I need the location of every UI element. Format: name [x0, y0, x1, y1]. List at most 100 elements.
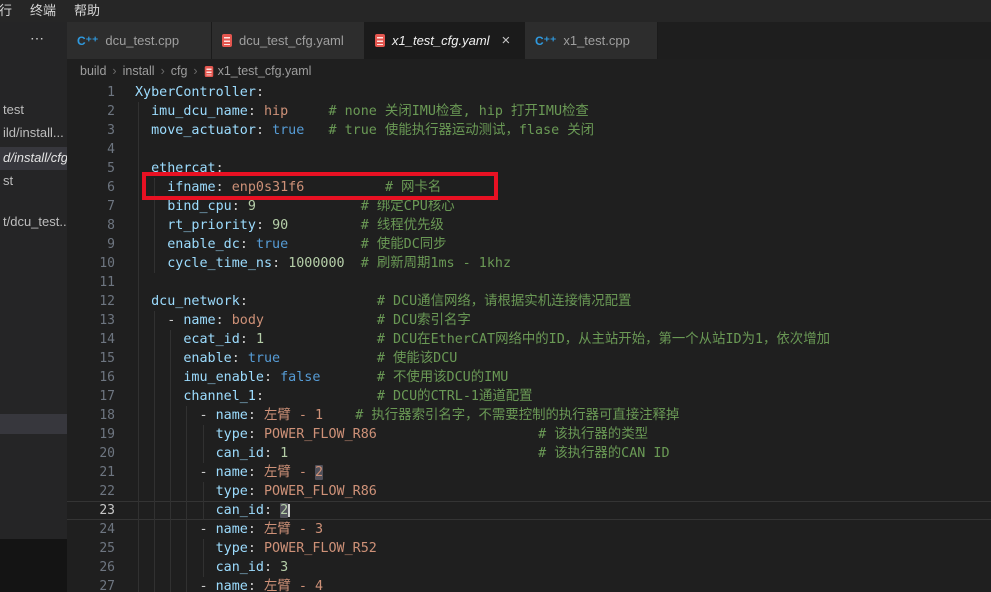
code-line[interactable]: 1XyberController:	[67, 83, 991, 102]
code-token: ifname	[167, 180, 215, 195]
line-number: 1	[67, 83, 115, 102]
code-line[interactable]: 7 bind_cpu: 9 # 绑定CPU核心	[67, 197, 991, 216]
code-token: enable_dc	[167, 237, 240, 252]
indent-guide	[138, 102, 139, 121]
code-line[interactable]: 8 rt_priority: 90 # 线程优先级	[67, 216, 991, 235]
code-line[interactable]: 9 enable_dc: true # 使能DC同步	[67, 235, 991, 254]
code-token: :	[248, 408, 256, 423]
indent-guide	[154, 330, 155, 349]
breadcrumb-segment[interactable]: build	[80, 64, 106, 78]
sidebar-item[interactable]: st	[3, 173, 13, 188]
indent-guide	[170, 539, 171, 558]
code-line[interactable]: 18 - name: 左臂 - 1 # 执行器索引名字，不需要控制的执行器可直接…	[67, 406, 991, 425]
code-token: 左臂 - 1	[264, 408, 323, 423]
indent-guide	[138, 159, 139, 178]
indent-guide	[170, 330, 171, 349]
code-line[interactable]: 21 - name: 左臂 - 2	[67, 463, 991, 482]
indent-guide	[154, 425, 155, 444]
code-line[interactable]: 27 - name: 左臂 - 4	[67, 577, 991, 592]
code-token	[256, 199, 361, 214]
indent-guide	[186, 463, 187, 482]
code-line[interactable]: 23 can_id: 2	[67, 501, 991, 520]
code-line[interactable]: 24 - name: 左臂 - 3	[67, 520, 991, 539]
code-line[interactable]: 12 dcu_network: # DCU通信网络，请根据实机连接情况配置	[67, 292, 991, 311]
code-editor[interactable]: 1XyberController:2 imu_dcu_name: hip # n…	[67, 83, 991, 592]
code-line[interactable]: 5 ethercat:	[67, 159, 991, 178]
code-token: 3	[280, 560, 288, 575]
menu-bar: 行终端帮助	[0, 0, 991, 22]
sidebar-bottom-panel	[0, 539, 67, 592]
code-token	[256, 484, 264, 499]
code-line[interactable]: 10 cycle_time_ns: 1000000 # 刷新周期1ms - 1k…	[67, 254, 991, 273]
code-token: # 该执行器的类型	[538, 427, 648, 442]
code-line[interactable]: 15 enable: true # 使能该DCU	[67, 349, 991, 368]
tab-dcu_test_cfg.yaml[interactable]: dcu_test_cfg.yaml	[212, 22, 365, 59]
breadcrumb-segment[interactable]: install	[123, 64, 155, 78]
code-token	[280, 256, 288, 271]
code-line[interactable]: 17 channel_1: # DCU的CTRL-1通道配置	[67, 387, 991, 406]
code-token: -	[200, 522, 216, 537]
code-lines[interactable]: 1XyberController:2 imu_dcu_name: hip # n…	[67, 83, 991, 592]
code-line[interactable]: 14 ecat_id: 1 # DCU在EtherCAT网络中的ID，从主站开始…	[67, 330, 991, 349]
code-token	[264, 123, 272, 138]
code-token: :	[248, 104, 256, 119]
breadcrumb-segment[interactable]: cfg	[171, 64, 188, 78]
code-line[interactable]: 4	[67, 140, 991, 159]
code-line[interactable]: 6 ifname: enp0s31f6 # 网卡名	[67, 178, 991, 197]
code-line[interactable]: 19 type: POWER_FLOW_R86 # 该执行器的类型	[67, 425, 991, 444]
breadcrumb-file[interactable]: x1_test_cfg.yaml	[218, 64, 312, 78]
code-token: :	[216, 313, 224, 328]
code-token	[304, 180, 385, 195]
indent-guide	[138, 558, 139, 577]
sidebar-selected-row[interactable]: d/install/cfg	[0, 147, 67, 170]
code-token: can_id	[216, 503, 264, 518]
sidebar-item[interactable]: test	[3, 102, 24, 117]
line-number: 23	[67, 501, 115, 520]
tab-label: dcu_test_cfg.yaml	[239, 33, 344, 48]
code-line[interactable]: 11	[67, 273, 991, 292]
more-actions-icon[interactable]: ⋯	[30, 30, 45, 47]
code-token: :	[240, 294, 248, 309]
code-line[interactable]: 22 type: POWER_FLOW_R86	[67, 482, 991, 501]
code-token	[224, 313, 232, 328]
tab-dcu_test.cpp[interactable]: C⁺⁺dcu_test.cpp	[67, 22, 212, 59]
code-token	[256, 541, 264, 556]
tab-x1_test_cfg.yaml[interactable]: x1_test_cfg.yaml×	[365, 22, 525, 59]
code-line[interactable]: 16 imu_enable: false # 不使用该DCU的IMU	[67, 368, 991, 387]
indent-guide	[154, 178, 155, 197]
indent-guide	[154, 463, 155, 482]
line-content: - name: 左臂 - 2	[135, 463, 991, 482]
code-token	[135, 199, 167, 214]
line-number: 17	[67, 387, 115, 406]
line-content: channel_1: # DCU的CTRL-1通道配置	[135, 387, 991, 406]
code-line[interactable]: 13 - name: body # DCU索引名字	[67, 311, 991, 330]
sidebar-highlight-bar[interactable]	[0, 414, 67, 434]
line-content: imu_enable: false # 不使用该DCU的IMU	[135, 368, 991, 387]
code-line[interactable]: 3 move_actuator: true # true 使能执行器运动测试，f…	[67, 121, 991, 140]
sidebar-item[interactable]: t/dcu_test...	[3, 214, 67, 229]
code-token: # 绑定CPU核心	[361, 199, 455, 214]
menu-item[interactable]: 帮助	[65, 0, 109, 22]
code-token	[272, 560, 280, 575]
sidebar-item[interactable]: ild/install...	[3, 125, 64, 140]
code-token	[135, 370, 183, 385]
code-line[interactable]: 25 type: POWER_FLOW_R52	[67, 539, 991, 558]
yaml-icon	[222, 34, 232, 47]
code-token: POWER_FLOW_R52	[264, 541, 377, 556]
code-line[interactable]: 20 can_id: 1 # 该执行器的CAN ID	[67, 444, 991, 463]
code-line[interactable]: 2 imu_dcu_name: hip # none 关闭IMU检查, hip …	[67, 102, 991, 121]
indent-guide	[170, 520, 171, 539]
code-line[interactable]: 26 can_id: 3	[67, 558, 991, 577]
editor-group: C⁺⁺dcu_test.cpp dcu_test_cfg.yaml x1_test_…	[67, 22, 991, 592]
indent-guide	[154, 501, 155, 520]
indent-guide	[138, 406, 139, 425]
code-token: :	[264, 503, 272, 518]
menu-item[interactable]: 终端	[21, 0, 65, 22]
indent-guide	[186, 425, 187, 444]
code-token: :	[256, 389, 264, 404]
menu-item[interactable]: 行	[0, 0, 21, 22]
close-icon[interactable]: ×	[502, 33, 511, 48]
line-content: move_actuator: true # true 使能执行器运动测试，fla…	[135, 121, 991, 140]
tab-x1_test.cpp[interactable]: C⁺⁺x1_test.cpp	[525, 22, 658, 59]
indent-guide	[154, 539, 155, 558]
